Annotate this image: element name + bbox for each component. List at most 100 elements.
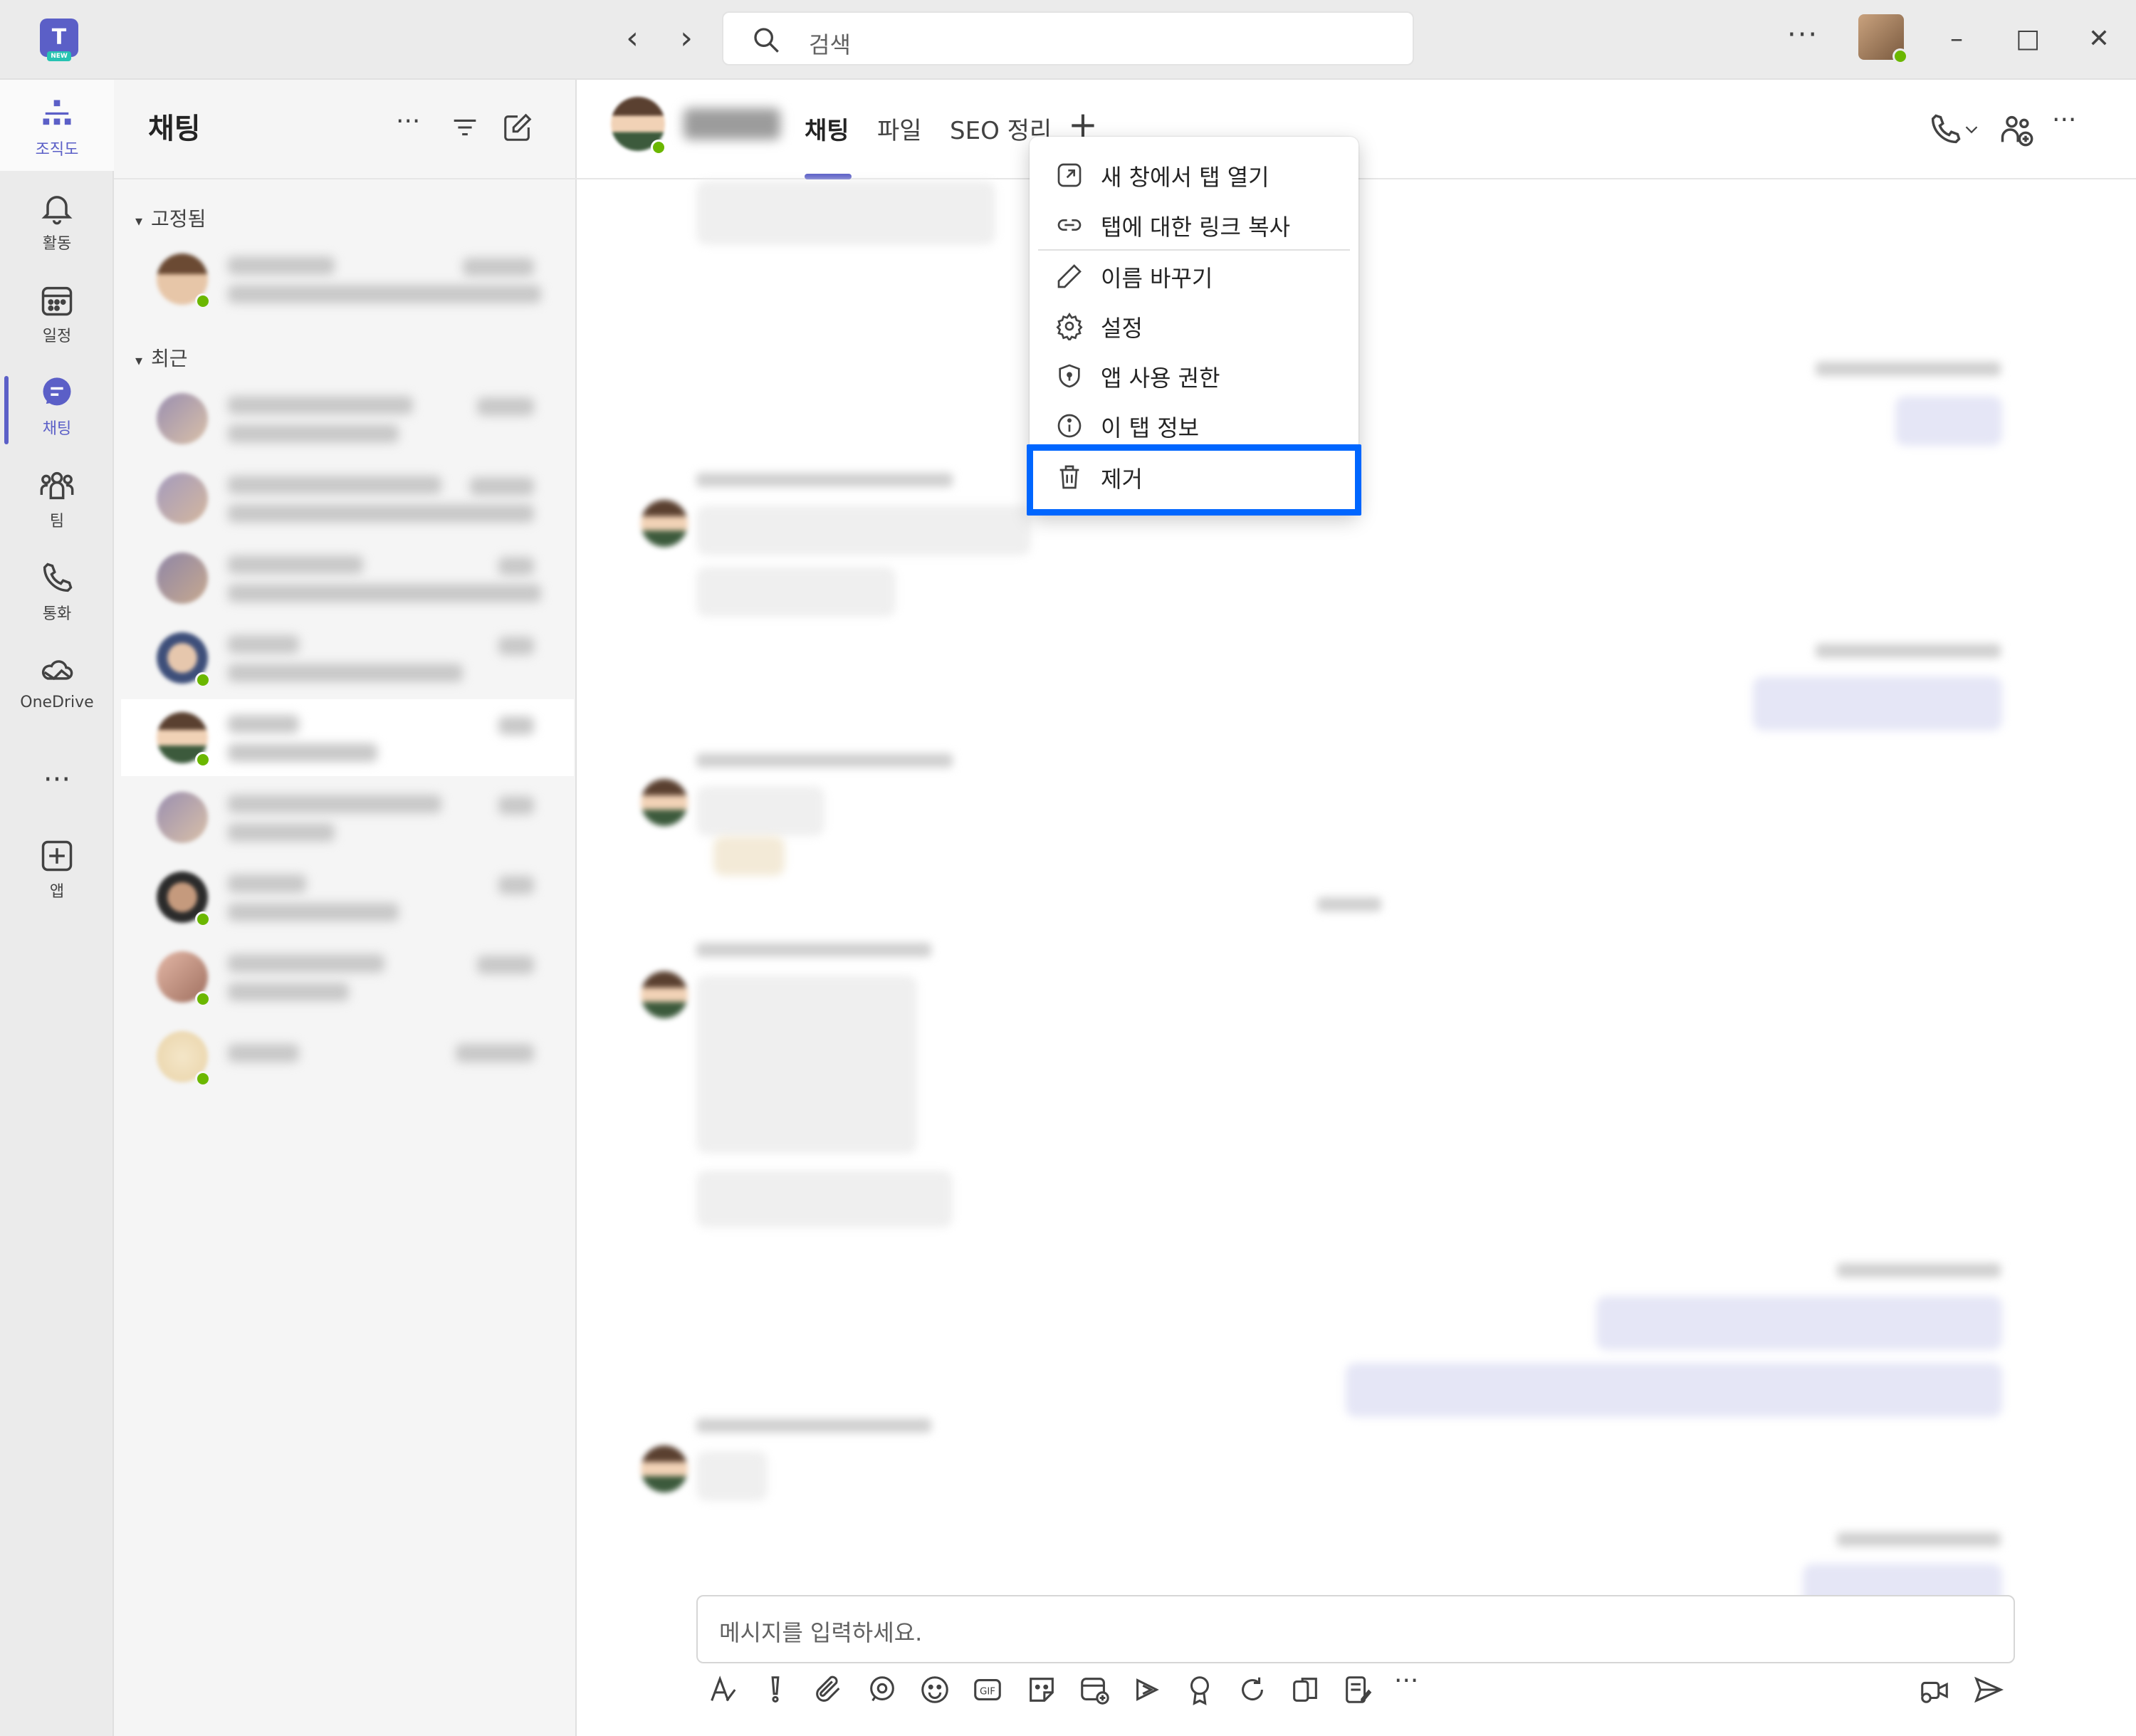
blurred-text <box>228 795 441 813</box>
add-people-icon[interactable] <box>1998 111 2035 148</box>
calendar-icon <box>41 286 73 316</box>
rail-item-more[interactable]: ··· <box>0 735 114 820</box>
blurred-text <box>228 954 384 973</box>
chat-list-item[interactable] <box>121 619 574 696</box>
sticker-icon[interactable] <box>1025 1673 1058 1706</box>
avatar <box>641 1445 688 1492</box>
chat-list-item[interactable] <box>121 540 574 617</box>
attach-icon[interactable] <box>812 1673 844 1706</box>
message-meta <box>1837 1263 2001 1277</box>
menu-item-label: 이름 바꾸기 <box>1101 265 1213 292</box>
rail-item-activity[interactable]: 활동 <box>0 179 114 265</box>
gif-icon[interactable]: GIF <box>971 1673 1004 1706</box>
rail-item-calendar[interactable]: 일정 <box>0 272 114 357</box>
loop-icon[interactable] <box>866 1673 899 1706</box>
format-icon[interactable] <box>706 1673 739 1706</box>
more-options-icon[interactable]: ··· <box>1394 1666 1427 1699</box>
chat-list-item[interactable] <box>121 859 574 936</box>
chat-list-item[interactable] <box>121 779 574 856</box>
send-icon[interactable] <box>1972 1673 2005 1706</box>
rail-item-org-chart[interactable]: 조직도 <box>0 85 114 171</box>
chat-icon <box>43 377 71 406</box>
chat-list-item[interactable] <box>121 938 574 1015</box>
apps-icon <box>41 840 73 872</box>
blurred-text <box>498 557 534 575</box>
more-options-icon[interactable]: ··· <box>396 107 429 140</box>
approvals-icon[interactable] <box>1289 1673 1321 1706</box>
presence-badge <box>195 1071 211 1087</box>
more-options-icon[interactable]: ··· <box>2052 105 2089 142</box>
avatar <box>641 971 688 1018</box>
tab-files[interactable]: 파일 <box>877 111 922 146</box>
back-arrow-icon[interactable]: ‹ <box>611 17 654 60</box>
message-bubble <box>1346 1363 2002 1417</box>
chevron-down-icon[interactable] <box>1961 111 1982 148</box>
message-bubble <box>1895 396 2002 446</box>
close-icon[interactable]: ✕ <box>2078 21 2120 57</box>
rail-item-onedrive[interactable]: OneDrive <box>0 642 114 728</box>
rail-item-chat[interactable]: 채팅 <box>0 365 114 450</box>
emoji-icon[interactable] <box>918 1673 951 1706</box>
profile-avatar[interactable] <box>1858 14 1908 64</box>
menu-item-settings[interactable]: 설정 <box>1030 300 1358 350</box>
section-pinned[interactable]: ▾ 고정됨 <box>135 204 206 232</box>
menu-item-app-permissions[interactable]: 앱 사용 권한 <box>1030 350 1358 400</box>
maximize-icon[interactable]: □ <box>2006 21 2049 57</box>
blurred-text <box>498 876 534 894</box>
section-pinned-label: 고정됨 <box>151 207 206 231</box>
chat-list-item[interactable] <box>121 241 574 318</box>
presence-badge <box>195 293 211 309</box>
menu-item-remove[interactable]: 제거 <box>1030 451 1358 501</box>
search-input[interactable]: 검색 <box>722 11 1414 66</box>
video-clip-icon[interactable] <box>1918 1673 1951 1706</box>
more-options-icon[interactable]: ··· <box>1787 19 1818 51</box>
presence-badge <box>195 991 211 1007</box>
chat-user-name[interactable] <box>684 108 780 140</box>
chat-list-item[interactable] <box>121 380 574 457</box>
menu-item-label: 설정 <box>1101 315 1143 342</box>
avatar <box>157 553 208 604</box>
menu-item-copy-link[interactable]: 탭에 대한 링크 복사 <box>1030 199 1358 249</box>
blurred-text <box>228 743 377 762</box>
refresh-icon[interactable] <box>1236 1673 1269 1706</box>
message-compose-input[interactable]: 메시지를 입력하세요. <box>696 1595 2015 1663</box>
message-bubble <box>1596 1296 2002 1350</box>
tab-context-menu: 새 창에서 탭 열기 탭에 대한 링크 복사 이름 바꾸기 설정 앱 사용 권한… <box>1030 137 1358 514</box>
forward-arrow-icon[interactable]: › <box>665 17 708 60</box>
teams-icon <box>40 471 74 500</box>
rail-item-calls[interactable]: 통화 <box>0 550 114 635</box>
menu-item-rename[interactable]: 이름 바꾸기 <box>1030 251 1358 300</box>
section-recent[interactable]: ▾ 최근 <box>135 343 188 372</box>
app-rail: 조직도 활동 일정 채팅 팀 통화 OneDrive ··· 앱 <box>0 80 114 1736</box>
section-recent-label: 최근 <box>151 347 188 370</box>
menu-item-label: 새 창에서 탭 열기 <box>1101 164 1269 191</box>
message-meta <box>696 753 953 768</box>
chat-list-pane: 채팅 ··· ▾ 고정됨 ▾ 최근 <box>114 80 577 1736</box>
message-bubble <box>696 567 896 617</box>
important-icon[interactable] <box>759 1673 792 1706</box>
rail-label: 통화 <box>42 605 72 623</box>
active-tab-indicator <box>805 174 852 179</box>
minimize-icon[interactable]: – <box>1935 21 1978 57</box>
rail-item-apps[interactable]: 앱 <box>0 827 114 913</box>
menu-item-label: 제거 <box>1101 466 1143 493</box>
blurred-text <box>228 1044 299 1062</box>
blurred-text <box>228 555 363 574</box>
tab-chat[interactable]: 채팅 <box>805 111 849 146</box>
menu-item-tab-info[interactable]: 이 탭 정보 <box>1030 400 1358 450</box>
chat-list-item[interactable] <box>121 460 574 537</box>
filter-icon[interactable] <box>449 111 481 144</box>
avatar <box>157 792 208 843</box>
call-icon[interactable] <box>1927 111 1964 148</box>
stream-icon[interactable] <box>1131 1673 1163 1706</box>
menu-item-open-new-window[interactable]: 새 창에서 탭 열기 <box>1030 150 1358 199</box>
schedule-meeting-icon[interactable] <box>1078 1673 1111 1706</box>
message-meta <box>1816 644 2001 658</box>
chat-list-item[interactable] <box>121 1018 574 1095</box>
praise-icon[interactable] <box>1183 1673 1216 1706</box>
forms-icon[interactable] <box>1341 1673 1374 1706</box>
rail-label: 채팅 <box>42 420 72 438</box>
chat-list-item-selected[interactable] <box>121 699 574 776</box>
new-chat-icon[interactable] <box>501 111 534 144</box>
rail-item-teams[interactable]: 팀 <box>0 457 114 543</box>
